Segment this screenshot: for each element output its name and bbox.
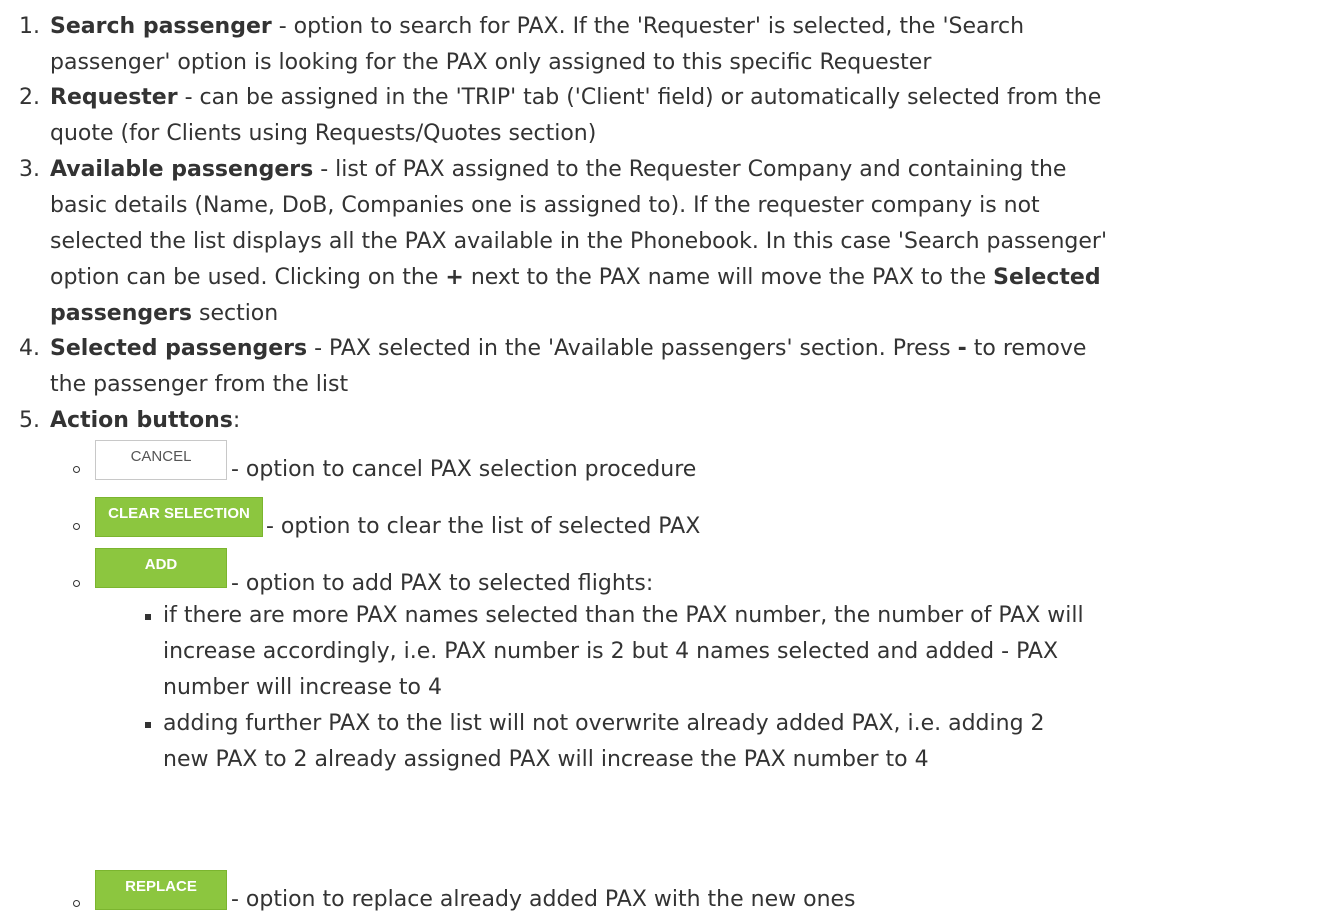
circle-bullet-icon xyxy=(73,466,80,473)
replace-button[interactable]: REPLACE xyxy=(95,870,227,910)
square-bullet-icon xyxy=(145,614,151,620)
item-number: 5. xyxy=(19,408,40,433)
circle-bullet-icon xyxy=(73,523,80,530)
add-button[interactable]: ADD xyxy=(95,548,227,588)
list-item: 1. Search passenger - option to search f… xyxy=(0,9,1322,81)
circle-bullet-icon xyxy=(73,580,80,587)
square-bullet-icon xyxy=(145,722,151,728)
item-number: 2. xyxy=(19,85,40,110)
add-row: ADD - option to add PAX to selected flig… xyxy=(0,548,1322,596)
cancel-description: - option to cancel PAX selection procedu… xyxy=(231,457,697,482)
cancel-row: CANCEL - option to cancel PAX selection … xyxy=(0,440,1322,486)
circle-bullet-icon xyxy=(73,900,80,907)
clear-description: - option to clear the list of selected P… xyxy=(266,514,701,539)
replace-description: - option to replace already added PAX wi… xyxy=(231,887,856,912)
list-item: 3. Available passengers - list of PAX as… xyxy=(0,152,1322,332)
list-item: 2. Requester - can be assigned in the 'T… xyxy=(0,80,1322,152)
add-details-list: if there are more PAX names selected tha… xyxy=(130,598,1320,778)
item-title: Action buttons xyxy=(50,408,233,433)
item-number: 4. xyxy=(19,336,40,361)
list-item: adding further PAX to the list will not … xyxy=(130,706,1320,778)
clear-selection-button[interactable]: CLEAR SELECTION xyxy=(95,497,263,537)
list-item: 5. Action buttons: xyxy=(0,403,1322,439)
item-title: Search passenger xyxy=(50,14,272,39)
item-title: Available passengers xyxy=(50,157,314,182)
list-item: if there are more PAX names selected tha… xyxy=(130,598,1320,706)
item-number: 3. xyxy=(19,157,40,182)
clear-row: CLEAR SELECTION - option to clear the li… xyxy=(0,497,1322,543)
replace-row: REPLACE - option to replace already adde… xyxy=(0,870,1322,916)
add-description: - option to add PAX to selected flights: xyxy=(231,571,654,596)
item-number: 1. xyxy=(19,14,40,39)
item-title: Requester xyxy=(50,85,178,110)
list-item: 4. Selected passengers - PAX selected in… xyxy=(0,331,1322,403)
item-title: Selected passengers xyxy=(50,336,308,361)
cancel-button[interactable]: CANCEL xyxy=(95,440,227,480)
